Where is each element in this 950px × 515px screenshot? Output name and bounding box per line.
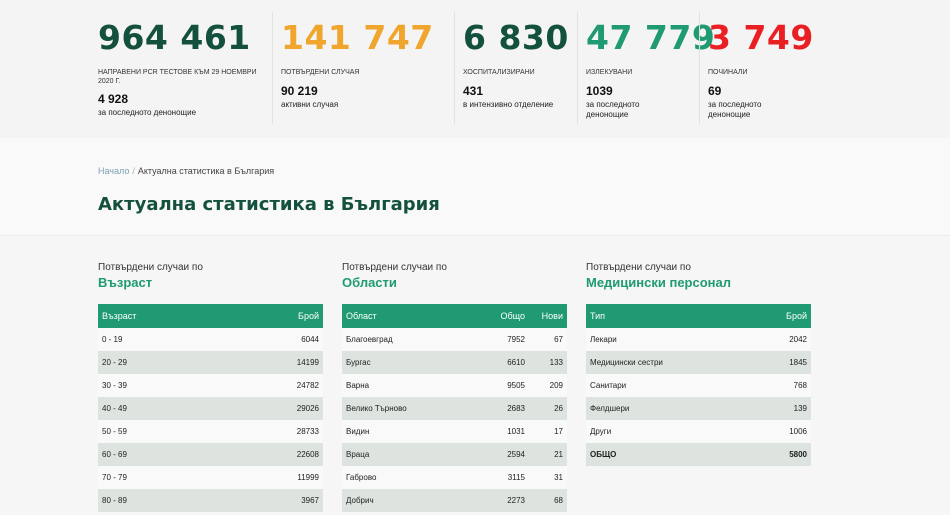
divider [272,12,273,124]
divider [699,12,700,124]
stat-sub-label: за последното денонощие [708,100,762,119]
table-row: Медицински сестри 1845 [586,351,811,374]
stat-sub-label: за последното денонощие [586,100,640,119]
stat-deceased: 3 749 ПОЧИНАЛИ 69 за последното денонощи… [708,0,813,125]
stat-sub-value: 69 [708,84,722,98]
stat-value: 3 749 [708,18,814,57]
stat-label: ИЗЛЕКУВАНИ [586,69,633,76]
section-caption: Медицински персонал [586,275,732,290]
column-header: Област [342,304,479,328]
stat-value: 141 747 [281,18,434,57]
breadcrumb-home-link[interactable]: Начало [98,166,129,176]
column-header: Общо [479,304,529,328]
column-header: Нови [529,304,567,328]
medical-section: Потвърдени случаи по Медицински персонал… [586,262,811,466]
stat-sub-label: в интензивно отделение [463,100,554,109]
table-row: Лекари 2042 [586,328,811,351]
divider [454,12,455,124]
stat-confirmed: 141 747 ПОТВЪРДЕНИ СЛУЧАЯ 90 219 активни… [281,0,446,125]
table-row: Благоевград 7952 67 [342,328,567,351]
title-band: Начало / Актуална статистика в България Ак… [0,138,950,236]
table-row: 80 - 89 3967 [98,489,323,512]
stat-label: НАПРАВЕНИ PCR ТЕСТОВЕ КЪМ 29 НОЕМВРИ 202… [98,69,257,85]
table-row: Враца 2594 21 [342,443,567,466]
region-section: Потвърдени случаи по Области Област Общо… [342,262,567,512]
age-table: Възраст Брой 0 - 19 6044 20 - 29 14199 30 … [98,304,323,512]
table-row: 60 - 69 22608 [98,443,323,466]
stat-value: 964 461 [98,18,251,57]
table-row: 30 - 39 24782 [98,374,323,397]
region-table: Област Общо Нови Благоевград 7952 67 Бурга… [342,304,567,512]
table-row: Фелдшери 139 [586,397,811,420]
stats-band: 964 461 НАПРАВЕНИ PCR ТЕСТОВЕ КЪМ 29 НОЕ… [0,0,950,138]
stat-sub-label: активни случая [281,100,339,109]
stat-label: ПОТВЪРДЕНИ СЛУЧАЯ [281,69,360,76]
table-row: Габрово 3115 31 [342,466,567,489]
column-header: Брой [751,304,811,328]
stat-sub-value: 90 219 [281,84,318,98]
medical-table: Тип Брой Лекари 2042 Медицински сестри 184… [586,304,811,466]
table-row: 70 - 79 11999 [98,466,323,489]
table-row: Други 1006 [586,420,811,443]
breadcrumb-current: Актуална статистика в България [137,166,275,176]
table-row: 50 - 59 28733 [98,420,323,443]
table-row: Видин 1031 17 [342,420,567,443]
section-caption: Възраст [98,275,153,290]
breadcrumb-separator: / [132,166,135,176]
stat-recovered: 47 779 ИЗЛЕКУВАНИ 1039 за последното ден… [586,0,715,125]
section-caption-top: Потвърдени случаи по [342,262,447,273]
stat-hospitalized: 6 830 ХОСПИТАЛИЗИРАНИ 431 в интензивно о… [463,0,573,125]
section-caption: Области [342,275,397,290]
stat-value: 6 830 [463,18,569,57]
stat-label: ХОСПИТАЛИЗИРАНИ [463,69,535,76]
divider [577,12,578,124]
column-header: Възраст [98,304,230,328]
stat-sub-value: 4 928 [98,92,129,106]
table-row: Бургас 6610 133 [342,351,567,374]
table-row: Санитари 768 [586,374,811,397]
stat-sub-value: 431 [463,84,484,98]
table-row: 20 - 29 14199 [98,351,323,374]
page-title: Актуална статистика в България [98,194,440,215]
stat-sub-label: за последното денонощие [98,108,197,117]
table-row: Велико Търново 2683 26 [342,397,567,420]
table-row: Варна 9505 209 [342,374,567,397]
stat-label: ПОЧИНАЛИ [708,69,748,76]
breadcrumb: Начало / Актуална статистика в България [98,166,274,176]
section-caption-top: Потвърдени случаи по [98,262,203,273]
column-header: Брой [229,304,323,328]
table-row-total: ОБЩО 5800 [586,443,811,466]
table-row: 0 - 19 6044 [98,328,323,351]
age-section: Потвърдени случаи по Възраст Възраст Бро… [98,262,323,512]
stat-tests: 964 461 НАПРАВЕНИ PCR ТЕСТОВЕ КЪМ 29 НОЕ… [98,0,268,125]
section-caption-top: Потвърдени случаи по [586,262,691,273]
column-header: Тип [586,304,752,328]
table-row: 40 - 49 29026 [98,397,323,420]
stat-value: 47 779 [586,18,716,57]
stat-sub-value: 1039 [586,84,613,98]
table-row: Добрич 2273 68 [342,489,567,512]
